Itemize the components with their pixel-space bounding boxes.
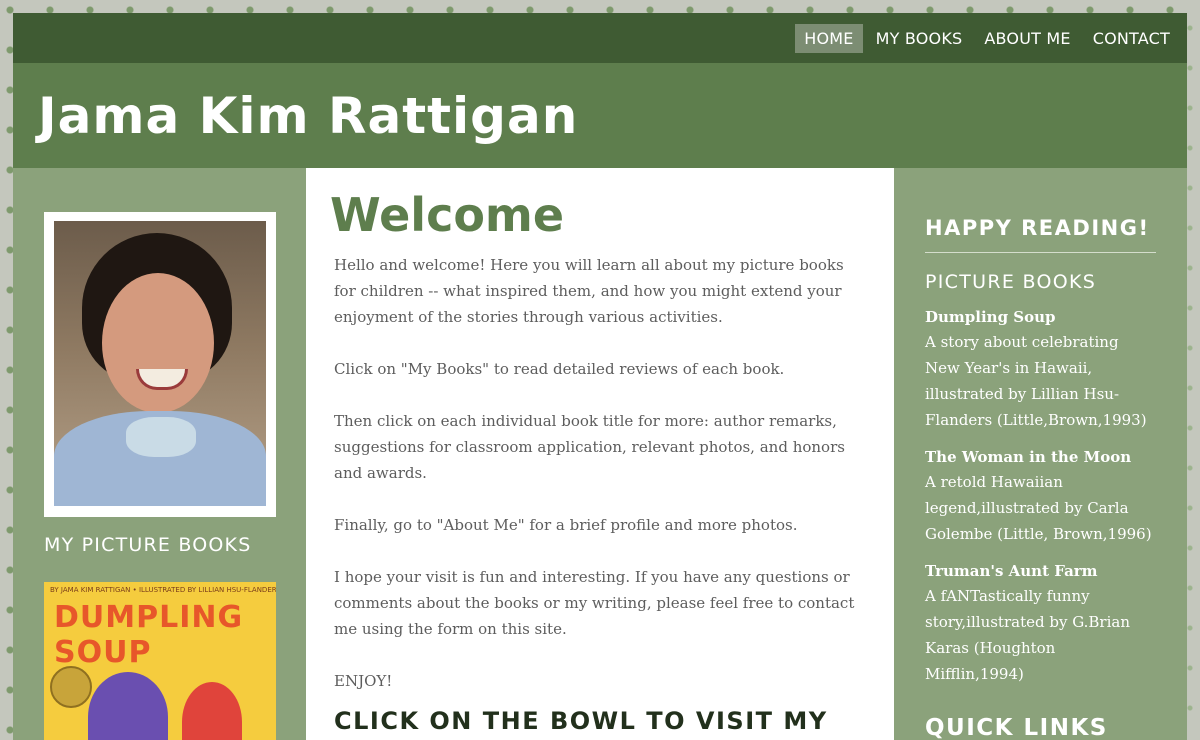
author-photo xyxy=(54,221,266,506)
about-me-paragraph: Finally, go to "About Me" for a brief pr… xyxy=(334,516,798,534)
nav-about-me[interactable]: ABOUT ME xyxy=(975,24,1079,53)
book-title-trumans-aunt-farm[interactable]: Truman's Aunt Farm xyxy=(925,559,1156,583)
page-frame: HOME MY BOOKS ABOUT ME CONTACT Jama Kim … xyxy=(13,13,1187,740)
book-entry: The Woman in the Moon A retold Hawaiian … xyxy=(925,445,1156,547)
right-sidebar: HAPPY READING! PICTURE BOOKS Dumpling So… xyxy=(894,168,1187,740)
book-title-dumpling-soup[interactable]: Dumpling Soup xyxy=(925,305,1156,329)
main-content: Welcome Hello and welcome! Here you will… xyxy=(306,168,894,740)
photo-face xyxy=(102,273,214,413)
author-photo-frame xyxy=(44,212,276,517)
cover-figure-right xyxy=(182,682,242,740)
my-picture-books-heading: MY PICTURE BOOKS xyxy=(44,534,252,556)
book-title-paragraph: Then click on each individual book title… xyxy=(334,412,845,482)
dumpling-soup-cover[interactable]: BY JAMA KIM RATTIGAN • ILLUSTRATED BY LI… xyxy=(44,582,276,740)
cover-figure-left xyxy=(88,672,168,740)
my-books-paragraph: Click on "My Books" to read detailed rev… xyxy=(334,360,785,378)
nav-contact[interactable]: CONTACT xyxy=(1084,24,1179,53)
quick-links-heading: QUICK LINKS xyxy=(925,715,1108,740)
site-title[interactable]: Jama Kim Rattigan xyxy=(38,87,578,145)
intro-paragraph: Hello and welcome! Here you will learn a… xyxy=(334,256,844,326)
book-entry: Truman's Aunt Farm A fANTastically funny… xyxy=(925,559,1156,687)
photo-collar xyxy=(126,417,196,457)
contact-paragraph: I hope your visit is fun and interesting… xyxy=(334,568,855,638)
book-title-woman-in-the-moon[interactable]: The Woman in the Moon xyxy=(925,445,1156,469)
enjoy-paragraph: ENJOY! xyxy=(334,672,393,690)
award-medal-icon xyxy=(50,666,92,708)
book-desc: A story about celebrating New Year's in … xyxy=(925,333,1147,429)
picture-books-heading: PICTURE BOOKS xyxy=(925,271,1097,293)
nav-home[interactable]: HOME xyxy=(795,23,863,53)
book-desc: A fANTastically funny story,illustrated … xyxy=(925,587,1130,683)
cover-byline: BY JAMA KIM RATTIGAN • ILLUSTRATED BY LI… xyxy=(50,586,276,594)
site-header: Jama Kim Rattigan xyxy=(13,63,1187,168)
happy-reading-heading: HAPPY READING! xyxy=(925,216,1156,253)
left-sidebar: MY PICTURE BOOKS BY JAMA KIM RATTIGAN • … xyxy=(13,168,306,740)
bowl-cta-heading: CLICK ON THE BOWL TO VISIT MY xyxy=(334,707,828,735)
welcome-heading: Welcome xyxy=(330,188,565,242)
book-entry: Dumpling Soup A story about celebrating … xyxy=(925,305,1156,433)
content-area: MY PICTURE BOOKS BY JAMA KIM RATTIGAN • … xyxy=(13,168,1187,740)
book-desc: A retold Hawaiian legend,illustrated by … xyxy=(925,473,1152,543)
nav-my-books[interactable]: MY BOOKS xyxy=(867,24,972,53)
cover-title: DUMPLING SOUP xyxy=(54,600,244,670)
main-nav: HOME MY BOOKS ABOUT ME CONTACT xyxy=(13,13,1187,63)
